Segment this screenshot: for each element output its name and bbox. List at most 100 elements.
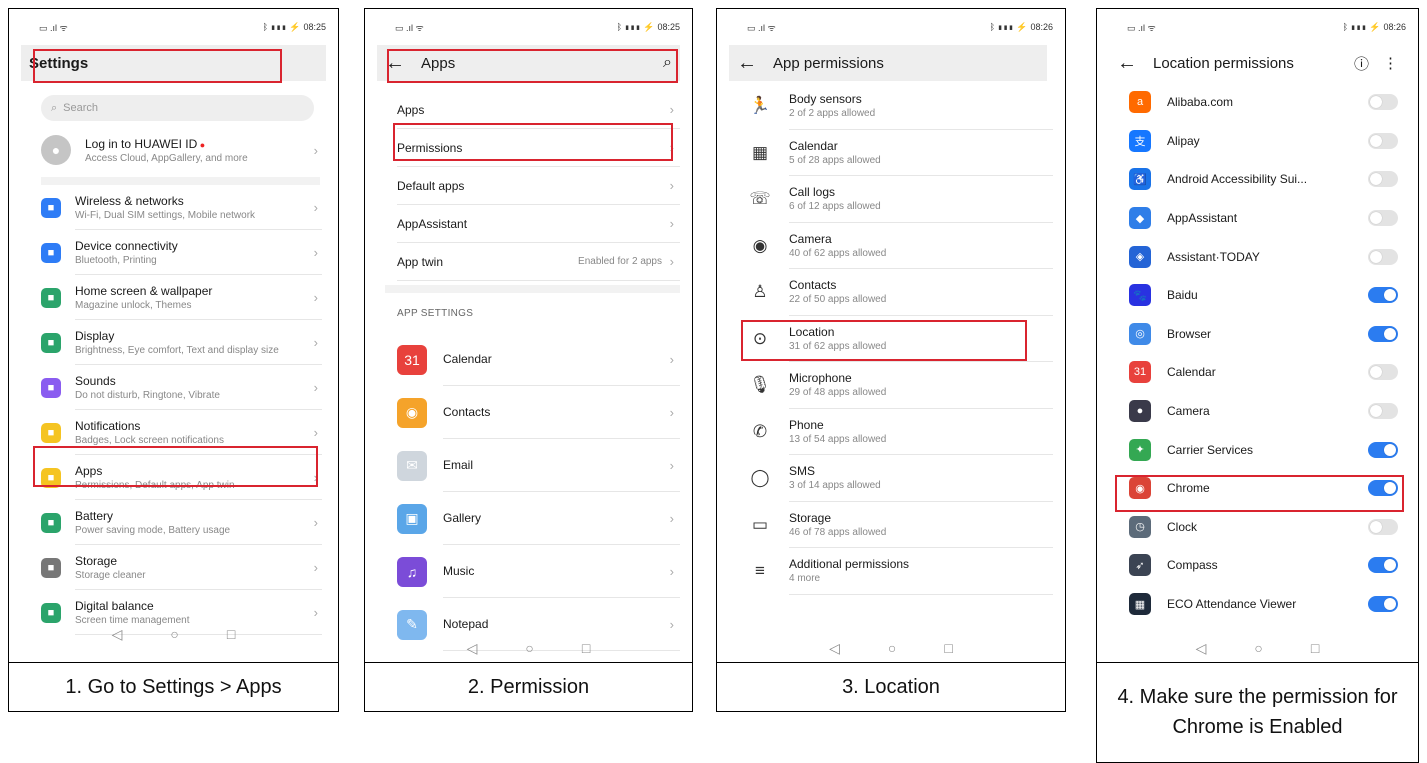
location-permission-toggle[interactable] [1368,364,1398,381]
settings-item[interactable]: ■ Notifications Badges, Lock screen notifi… [9,410,338,455]
apps-menu-label: AppAssistant [397,216,468,231]
settings-item-title: Wireless & networks [75,193,184,208]
status-bar: ▭ .ıl ᯤ ᛒ ▮▮▮ ⚡ 08:26 [1097,9,1418,45]
apps-menu-label: Permissions [397,140,463,155]
home-nav-icon[interactable]: ○ [525,640,533,657]
recents-nav-icon[interactable]: □ [582,640,590,657]
status-time: 08:25 [657,22,680,32]
status-bar: ▭ .ıl ᯤ ᛒ ▮▮▮ ⚡ 08:25 [9,9,338,45]
app-icon: ◷ [1129,515,1151,538]
chevron-right-icon: › [669,178,674,193]
recents-nav-icon[interactable]: □ [1311,640,1319,657]
battery-icon: ᛒ ▮▮▮ ⚡ [262,21,301,32]
apps-menu-row[interactable]: App twin Enabled for 2 apps › [397,243,680,281]
page-title: Location permissions [1153,54,1294,72]
permission-row[interactable]: ♙ Contacts 22 of 50 apps allowed [749,269,1053,316]
app-settings-item[interactable]: ♫ Music › [397,545,680,598]
recents-nav-icon[interactable]: □ [227,626,235,643]
panel-app-permissions: ▭ .ıl ᯤ ᛒ ▮▮▮ ⚡ 08:26 ← App permissions 🏃… [716,8,1066,712]
apps-menu-row[interactable]: AppAssistant › [397,205,680,243]
permission-row[interactable]: 🎙 Microphone 29 of 48 apps allowed [749,362,1053,409]
back-arrow-icon[interactable]: ← [1117,53,1137,73]
app-icon: 支 [1129,129,1151,152]
app-icon: ◉ [397,397,427,428]
call-log-icon: ☏ [749,189,771,209]
status-bar: ▭ .ıl ᯤ ᛒ ▮▮▮ ⚡ 08:25 [365,9,692,45]
settings-item-title: Home screen & wallpaper [75,283,213,298]
location-permission-toggle[interactable] [1368,210,1398,227]
settings-item[interactable]: ■ Device connectivity Bluetooth, Printing › [9,230,338,275]
back-nav-icon[interactable]: ◁ [829,640,840,657]
app-icon: ◎ [1129,322,1151,345]
search-input[interactable]: ⌕ Search [41,95,314,121]
location-permission-toggle[interactable] [1368,132,1398,149]
location-permission-toggle[interactable] [1368,518,1398,535]
chevron-right-icon: › [313,605,318,620]
location-permission-toggle[interactable] [1368,325,1398,342]
help-icon[interactable]: ⓘ [1354,53,1369,74]
apps-menu-row[interactable]: Apps › [397,91,680,129]
battery-icon: ■ [41,512,61,533]
location-permission-toggle[interactable] [1368,557,1398,574]
location-permission-toggle[interactable] [1368,287,1398,304]
permission-count: 31 of 62 apps allowed [789,340,887,352]
app-icon: ✎ [397,609,427,640]
apps-menu-label: Default apps [397,178,465,193]
apps-menu-row[interactable]: Default apps › [397,167,680,205]
permission-title: Additional permissions [789,557,910,572]
app-label: Compass [1167,558,1218,573]
location-permission-toggle[interactable] [1368,248,1398,265]
hourglass-icon: ■ [41,602,61,623]
permission-row[interactable]: ◉ Camera 40 of 62 apps allowed [749,223,1053,269]
settings-item[interactable]: ■ Home screen & wallpaper Magazine unlock,… [9,275,338,320]
permission-row[interactable]: ◯ SMS 3 of 14 apps allowed [749,455,1053,502]
account-row[interactable]: ● Log in to HUAWEI ID ● Access Cloud, Ap… [9,123,338,177]
location-permission-toggle[interactable] [1368,441,1398,458]
app-label: Music [443,545,680,598]
location-permission-toggle[interactable] [1368,596,1398,613]
permission-row[interactable]: 🏃 Body sensors 2 of 2 apps allowed [749,83,1053,130]
back-arrow-icon[interactable]: ← [385,53,405,73]
recents-nav-icon[interactable]: □ [944,640,952,657]
settings-item-subtitle: Magazine unlock, Themes [75,299,192,311]
settings-item[interactable]: ■ Display Brightness, Eye comfort, Text an… [9,320,338,365]
search-icon[interactable]: ⌕ [663,54,672,72]
app-icon: ◆ [1129,207,1151,230]
home-nav-icon[interactable]: ○ [888,640,896,657]
home-nav-icon[interactable]: ○ [1254,640,1262,657]
back-nav-icon[interactable]: ◁ [1196,640,1207,657]
settings-item[interactable]: ■ Apps Permissions, Default apps, App twin… [9,455,338,500]
back-arrow-icon[interactable]: ← [737,53,757,73]
app-settings-item[interactable]: 31 Calendar › [397,333,680,386]
location-permission-toggle[interactable] [1368,403,1398,420]
settings-item[interactable]: ■ Battery Power saving mode, Battery usage… [9,500,338,545]
app-settings-item[interactable]: ◉ Contacts › [397,386,680,439]
back-nav-icon[interactable]: ◁ [467,640,478,657]
app-icon: ✉ [397,450,427,481]
settings-item[interactable]: ■ Storage Storage cleaner › [9,545,338,590]
settings-item[interactable]: ■ Sounds Do not disturb, Ringtone, Vibrate… [9,365,338,410]
app-label: Carrier Services [1167,442,1254,457]
chevron-right-icon: › [669,352,674,367]
app-icon: ✦ [1129,438,1151,461]
permission-count: 46 of 78 apps allowed [789,526,887,538]
app-settings-item[interactable]: ✉ Email › [397,439,680,492]
permission-row[interactable]: ▦ Calendar 5 of 28 apps allowed [749,130,1053,176]
app-label: Camera [1167,404,1210,419]
permission-row[interactable]: ▭ Storage 46 of 78 apps allowed [749,502,1053,548]
location-permission-toggle[interactable] [1368,94,1398,111]
back-nav-icon[interactable]: ◁ [112,626,123,643]
location-permission-toggle[interactable] [1368,480,1398,497]
location-permission-toggle[interactable] [1368,171,1398,188]
home-nav-icon[interactable]: ○ [170,626,178,643]
permission-row[interactable]: ☏ Call logs 6 of 12 apps allowed [749,176,1053,223]
settings-item-subtitle: Screen time management [75,614,190,626]
app-settings-item[interactable]: ▣ Gallery › [397,492,680,545]
more-options-icon[interactable]: ⋮ [1383,54,1398,72]
permission-row[interactable]: ✆ Phone 13 of 54 apps allowed [749,409,1053,455]
permission-title: Microphone [789,371,852,386]
apps-menu-row[interactable]: Permissions › [397,129,680,167]
permission-row[interactable]: ≡ Additional permissions 4 more [749,548,1053,595]
settings-item[interactable]: ■ Wireless & networks Wi-Fi, Dual SIM sett… [9,185,338,230]
permission-row[interactable]: ⊙ Location 31 of 62 apps allowed [749,316,1053,362]
